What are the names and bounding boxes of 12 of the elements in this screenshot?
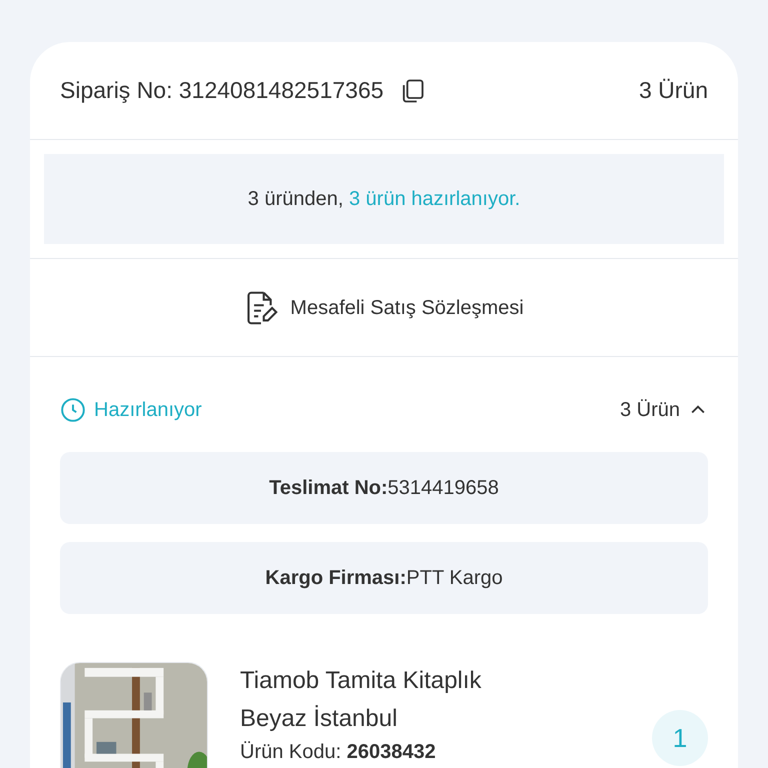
clock-icon xyxy=(60,397,86,423)
item-count: 3 Ürün xyxy=(638,76,708,106)
quantity-badge: 1 xyxy=(652,710,708,766)
product-name[interactable]: Tiamob Tamita Kitaplık Beyaz İstanbul xyxy=(240,662,540,738)
shipment-toggle[interactable]: 3 Ürün xyxy=(620,395,708,425)
status-summary: 3 üründen, 3 ürün hazırlanıyor. xyxy=(44,154,724,244)
product-code: Ürün Kodu: 26038432 xyxy=(240,740,437,765)
shipment-info: Teslimat No:5314419658 xyxy=(60,452,708,524)
shipment-info: Kargo Firması:PTT Kargo xyxy=(60,542,708,614)
contract-link[interactable]: Mesafeli Satış Sözleşmesi xyxy=(290,292,524,322)
shipment-status: Hazırlanıyor xyxy=(94,398,202,423)
order-number: Sipariş No: 3124081482517365 xyxy=(60,76,384,106)
